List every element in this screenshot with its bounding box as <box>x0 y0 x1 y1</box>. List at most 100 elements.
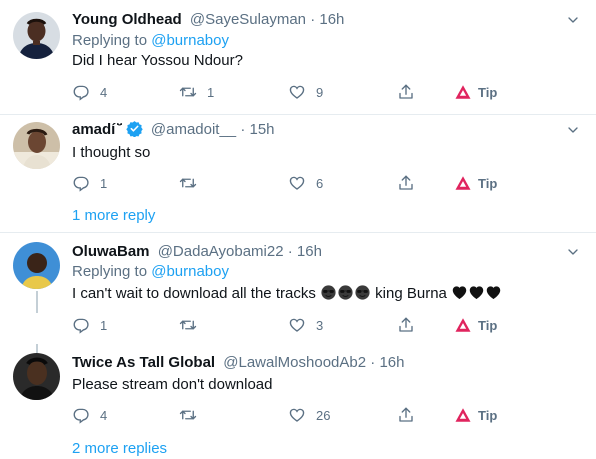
black-heart-icon <box>468 284 485 301</box>
mention-link[interactable]: @burnaboy <box>151 263 229 280</box>
caret-down-icon[interactable] <box>565 122 581 138</box>
tweet-text: Did I hear Yossou Ndour? <box>72 52 243 69</box>
like-icon <box>288 174 306 192</box>
reply-count: 4 <box>100 84 108 100</box>
caret-down-icon[interactable] <box>565 12 581 28</box>
retweet-button[interactable] <box>179 173 197 193</box>
tweet[interactable]: Twice As Tall Global @LawalMoshoodAb2 · … <box>0 344 596 459</box>
tip-label: Tip <box>478 407 498 423</box>
like-button[interactable]: 6 <box>288 173 323 193</box>
sunglasses-face-icon <box>320 284 337 301</box>
avatar[interactable] <box>13 122 60 169</box>
separator-dot: · <box>370 354 376 371</box>
replying-to: Replying to @burnaboy <box>72 262 229 282</box>
reply-icon <box>72 406 90 424</box>
like-button[interactable]: 9 <box>288 82 323 102</box>
share-button[interactable] <box>397 405 415 425</box>
reply-icon <box>72 83 90 101</box>
reply-button[interactable]: 4 <box>72 405 107 425</box>
retweet-icon <box>179 406 197 424</box>
tip-button[interactable]: Tip <box>454 82 497 102</box>
share-button[interactable] <box>397 82 415 102</box>
user-handle[interactable]: @DadaAyobami22 <box>158 243 284 260</box>
sunglasses-face-icon <box>337 284 354 301</box>
avatar[interactable] <box>13 353 60 400</box>
tweet-actions: 1 6 Tip <box>72 173 512 193</box>
display-name[interactable]: OluwaBam <box>72 243 150 260</box>
display-name[interactable]: Young Oldhead <box>72 11 182 28</box>
reply-icon <box>72 316 90 334</box>
timestamp[interactable]: 15h <box>250 121 275 138</box>
avatar-image <box>13 242 60 289</box>
avatar-image <box>13 353 60 400</box>
tweet[interactable]: OluwaBam @DadaAyobami22 · 16h Replying t… <box>0 233 596 346</box>
tip-button[interactable]: Tip <box>454 315 497 335</box>
user-handle[interactable]: @SayeSulayman <box>190 11 306 28</box>
avatar[interactable] <box>13 12 60 59</box>
verified-icon <box>126 120 143 137</box>
caret-down-icon[interactable] <box>565 244 581 260</box>
replying-label: Replying to <box>72 263 148 280</box>
retweet-icon <box>179 83 197 101</box>
share-button[interactable] <box>397 315 415 335</box>
separator-dot: · <box>310 11 316 28</box>
user-handle[interactable]: @LawalMoshoodAb2 <box>223 354 366 371</box>
display-name[interactable]: Twice As Tall Global <box>72 354 215 371</box>
mention-link[interactable]: @burnaboy <box>151 32 229 49</box>
reply-button[interactable]: 1 <box>72 315 107 335</box>
show-more-replies-link[interactable]: 2 more replies <box>72 439 167 459</box>
like-count: 26 <box>316 407 331 423</box>
tweet-actions: 4 26 Tip <box>72 405 512 425</box>
thread-line <box>36 291 38 313</box>
like-icon <box>288 316 306 334</box>
thread-line <box>36 344 38 353</box>
retweet-count: 1 <box>207 84 215 100</box>
display-name[interactable]: amadí ̈̆ <box>72 121 120 138</box>
separator-dot: · <box>240 121 246 138</box>
retweet-button[interactable] <box>179 405 197 425</box>
user-handle[interactable]: @amadoit__ <box>151 121 236 138</box>
retweet-button[interactable] <box>179 315 197 335</box>
share-icon <box>397 174 415 192</box>
retweet-button[interactable]: 1 <box>179 82 214 102</box>
timestamp[interactable]: 16h <box>379 354 404 371</box>
tip-label: Tip <box>478 175 498 191</box>
reply-count: 4 <box>100 407 108 423</box>
reply-icon <box>72 174 90 192</box>
avatar-image <box>13 122 60 169</box>
tweet[interactable]: Young Oldhead @SayeSulayman · 16h Replyi… <box>0 0 596 118</box>
tip-label: Tip <box>478 84 498 100</box>
reply-button[interactable]: 1 <box>72 173 107 193</box>
timestamp[interactable]: 16h <box>319 11 344 28</box>
tip-icon <box>454 406 472 424</box>
tweet-text: I thought so <box>72 144 151 161</box>
like-button[interactable]: 3 <box>288 315 323 335</box>
replying-label: Replying to <box>72 32 148 49</box>
tweet-actions: 1 3 Tip <box>72 315 512 335</box>
tip-button[interactable]: Tip <box>454 173 497 193</box>
avatar[interactable] <box>13 242 60 289</box>
show-more-replies-link[interactable]: 1 more reply <box>72 206 155 226</box>
separator-dot: · <box>287 243 293 260</box>
tweet-text: Please stream don't download <box>72 376 273 393</box>
tweet-header: OluwaBam @DadaAyobami22 · 16h <box>72 242 322 262</box>
tip-button[interactable]: Tip <box>454 405 497 425</box>
tip-icon <box>454 174 472 192</box>
timestamp[interactable]: 16h <box>297 243 322 260</box>
like-button[interactable]: 26 <box>288 405 330 425</box>
avatar-image <box>13 12 60 59</box>
reply-count: 1 <box>100 175 108 191</box>
reply-button[interactable]: 4 <box>72 82 107 102</box>
share-icon <box>397 83 415 101</box>
tip-label: Tip <box>478 317 498 333</box>
tweet[interactable]: amadí ̈̆ @amadoit__ · 15h I thought so 1… <box>0 115 596 233</box>
black-heart-icon <box>485 284 502 301</box>
share-button[interactable] <box>397 173 415 193</box>
tip-icon <box>454 316 472 334</box>
tweet-header: amadí ̈̆ @amadoit__ · 15h <box>72 120 275 140</box>
reply-count: 1 <box>100 317 108 333</box>
sunglasses-face-icon <box>354 284 371 301</box>
like-count: 3 <box>316 317 324 333</box>
tip-icon <box>454 83 472 101</box>
tweet-actions: 4 1 9 Tip <box>72 82 512 102</box>
